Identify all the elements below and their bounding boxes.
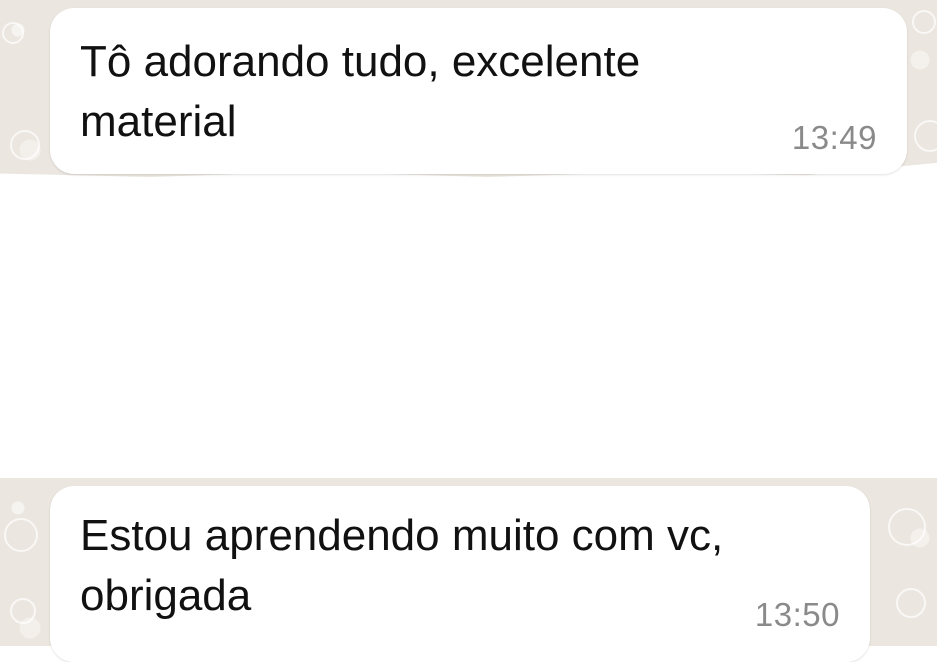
wallpaper-doodle-icon [4, 518, 38, 552]
wallpaper-doodle-icon [2, 22, 24, 44]
message-bubble[interactable]: Tô adorando tudo, excelente material 13:… [50, 8, 907, 174]
message-timestamp: 13:50 [754, 596, 840, 633]
message-text: Estou aprendendo muito com vc, obrigada [80, 511, 724, 620]
wallpaper-doodle-icon [912, 10, 936, 34]
wallpaper-doodle-icon [914, 120, 937, 152]
message-bubble[interactable]: Estou aprendendo muito com vc, obrigada … [50, 486, 870, 662]
wallpaper-doodle-icon [888, 508, 926, 546]
wallpaper-doodle-icon [10, 130, 40, 160]
message-timestamp: 13:49 [791, 119, 877, 156]
message-text: Tô adorando tudo, excelente material [80, 37, 641, 146]
wallpaper-doodle-icon [896, 588, 926, 618]
wallpaper-doodle-icon [10, 598, 36, 624]
